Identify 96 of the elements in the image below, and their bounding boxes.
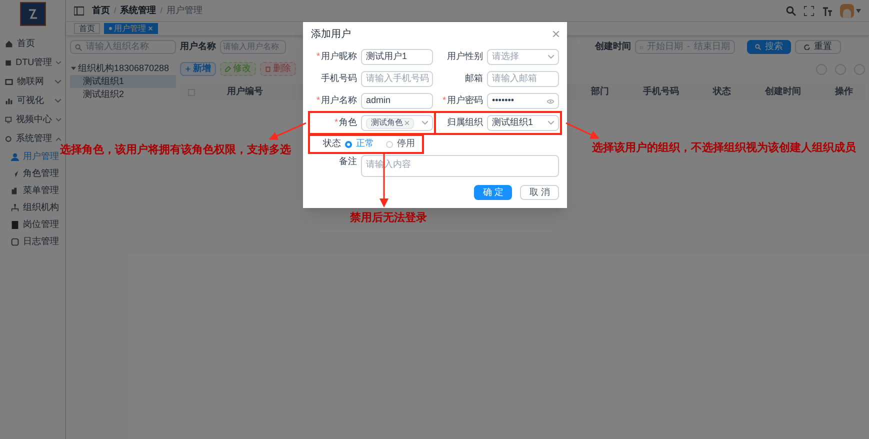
field-label: 手机号码 — [321, 72, 357, 86]
input-field[interactable]: 请输入邮箱 — [487, 71, 559, 87]
breadcrumb-item: 用户管理 — [166, 4, 202, 17]
chevron-icon — [422, 121, 428, 125]
breadcrumb-item[interactable]: 首页 — [92, 4, 110, 18]
menu-icon[interactable] — [74, 6, 84, 16]
chevron-icon — [548, 55, 554, 59]
breadcrumb-item[interactable]: 系统管理 — [120, 4, 156, 18]
annotation-text: 选择角色，该用户将拥有该角色权限，支持多选 — [60, 142, 291, 158]
arrow — [268, 122, 306, 140]
home-icon — [5, 40, 13, 48]
radio-option[interactable]: 停用 — [386, 137, 415, 151]
field-label: 状态 — [322, 137, 342, 150]
range-separator: - — [687, 40, 690, 54]
cancel-button[interactable]: 取 消 — [520, 185, 559, 200]
monitor-icon — [5, 116, 12, 124]
required-mark: * — [334, 116, 339, 130]
field-label: 用户昵称 — [321, 50, 357, 64]
required-mark: * — [442, 94, 447, 108]
search-icon — [755, 44, 761, 50]
select-field[interactable]: 请选择 — [487, 49, 559, 65]
breadcrumb-separator: / — [114, 4, 116, 16]
gear-icon — [5, 134, 12, 142]
select-field[interactable]: 测试组织1 — [487, 115, 559, 131]
breadcrumb-separator: / — [160, 4, 162, 16]
required-mark: * — [316, 94, 321, 108]
arrow — [566, 122, 600, 139]
edit-icon — [225, 66, 231, 72]
input-field[interactable]: admin — [361, 93, 433, 109]
refresh-icon — [804, 44, 810, 50]
tree-node[interactable]: 测试组织2 — [70, 88, 176, 101]
input-field[interactable]: ••••••• — [487, 93, 559, 109]
column-header: 操作 — [835, 85, 853, 98]
sidebar-item[interactable]: 菜单管理 — [0, 182, 65, 199]
tree-icon — [11, 204, 19, 212]
monitor-icon — [11, 238, 19, 246]
input-field[interactable]: 测试用户1 — [361, 49, 433, 65]
sidebar-item[interactable]: 视频中心 — [0, 110, 65, 129]
font-size-icon[interactable] — [822, 6, 832, 16]
close-icon[interactable] — [405, 121, 409, 125]
radio-icon[interactable] — [345, 140, 352, 148]
caret-icon[interactable] — [71, 66, 76, 71]
column-header: 创建时间 — [765, 85, 801, 98]
fullscreen-icon[interactable] — [804, 6, 814, 16]
building-icon — [11, 186, 19, 194]
input-field[interactable]: 请输入手机号码 — [361, 71, 433, 87]
column-header: 部门 — [591, 85, 609, 98]
field-label: 备注 — [338, 155, 358, 168]
field-label: 角色 — [339, 116, 357, 130]
role-tag: 测试角色 — [366, 118, 414, 128]
dialog-title: 添加用户 — [311, 28, 351, 42]
bar-chart-icon — [5, 96, 13, 104]
plus-icon — [185, 66, 191, 72]
close-icon[interactable] — [553, 31, 559, 37]
column-header: 手机号码 — [643, 85, 679, 98]
toolbar-button[interactable]: 新增 — [180, 62, 216, 76]
field-label: 用户密码 — [447, 94, 483, 108]
select-field[interactable]: 测试角色 — [361, 115, 433, 131]
user-name-label: 用户名称 — [180, 40, 216, 54]
page-tab[interactable]: 用户管理 — [104, 23, 158, 34]
column-header: 状态 — [713, 85, 731, 98]
caret-icon[interactable] — [856, 8, 861, 12]
annotation-text: 禁用后无法登录 — [350, 210, 427, 226]
sidebar-item[interactable]: 岗位管理 — [0, 216, 65, 233]
sidebar-item[interactable]: DTU管理 — [0, 53, 65, 72]
square-icon — [5, 58, 12, 66]
required-mark: * — [316, 50, 321, 64]
created-time-label: 创建时间 — [595, 40, 631, 54]
book-icon — [11, 220, 19, 228]
annotation-text: 选择该用户的组织，不选择组织视为该创建人组织成员 — [592, 140, 856, 156]
user-icon — [11, 152, 19, 160]
search-button[interactable]: 搜索 — [747, 40, 791, 54]
chevron-icon — [548, 121, 554, 125]
sidebar-item[interactable]: 可视化 — [0, 91, 65, 110]
trash-icon — [265, 66, 271, 72]
field-label: 用户性别 — [447, 50, 483, 64]
eye-icon[interactable] — [547, 98, 554, 104]
screen-icon — [5, 78, 13, 86]
sidebar-item[interactable]: 首页 — [0, 34, 65, 53]
search-icon[interactable] — [786, 6, 796, 16]
page-tab[interactable]: 首页 — [74, 23, 100, 34]
avatar[interactable] — [840, 4, 854, 18]
column-header: 用户编号 — [227, 85, 263, 98]
field-label: 用户名称 — [321, 94, 357, 108]
sidebar-item[interactable]: 角色管理 — [0, 165, 65, 182]
field-label: 邮箱 — [465, 72, 483, 86]
radio-option[interactable]: 正常 — [345, 137, 374, 151]
search-icon — [75, 44, 82, 50]
confirm-button[interactable]: 确 定 — [474, 185, 512, 200]
field-label: 归属组织 — [447, 116, 483, 130]
sidebar-item[interactable]: 日志管理 — [0, 233, 65, 250]
sidebar-item[interactable]: 组织机构 — [0, 199, 65, 216]
tree-node[interactable]: 组织机构18306870288 — [70, 62, 176, 75]
sidebar-item[interactable]: 物联网 — [0, 72, 65, 91]
reset-button[interactable]: 重置 — [795, 40, 841, 54]
tree-node[interactable]: 测试组织1 — [70, 75, 176, 88]
